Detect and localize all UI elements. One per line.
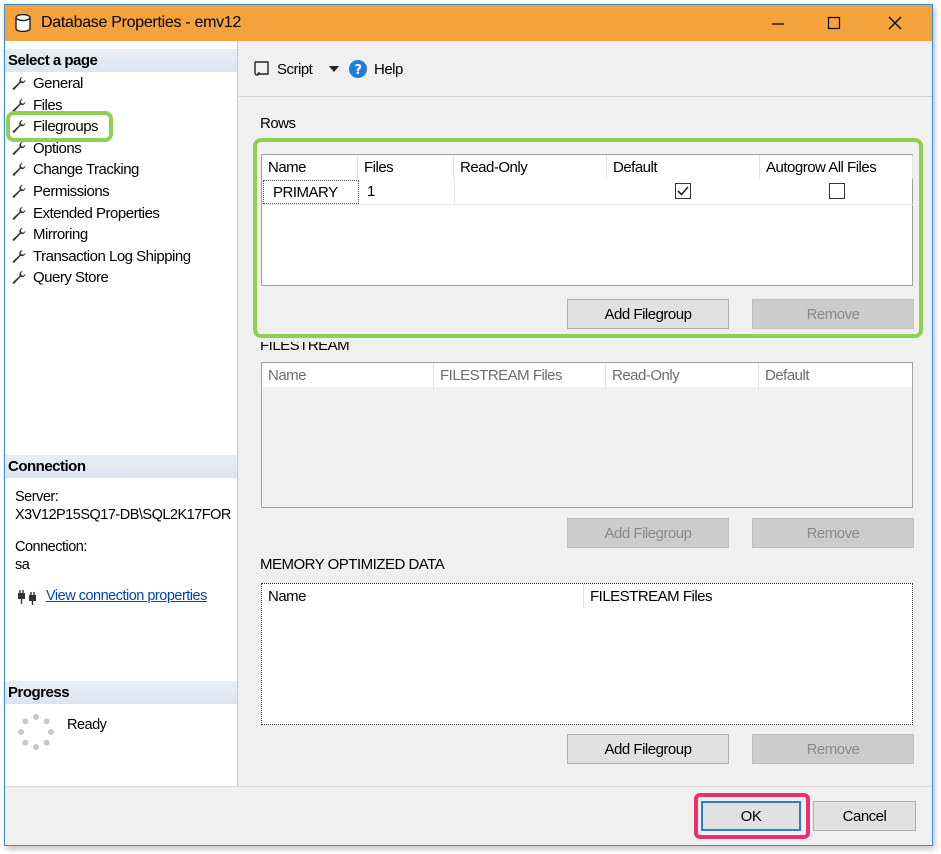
row-default-checkbox[interactable] bbox=[675, 183, 691, 199]
nav-item-options[interactable]: Options bbox=[11, 138, 82, 159]
ok-button[interactable]: OK bbox=[701, 801, 801, 831]
nav-item-transaction-log-shipping[interactable]: Transaction Log Shipping bbox=[11, 246, 191, 267]
wrench-icon bbox=[12, 76, 26, 91]
memory-add-filegroup-button[interactable]: Add Filegroup bbox=[567, 734, 729, 764]
rows-col-default[interactable]: Default bbox=[607, 155, 760, 179]
connection-value: sa bbox=[15, 557, 30, 573]
wrench-icon bbox=[12, 98, 26, 112]
nav-item-label: General bbox=[33, 75, 83, 92]
rows-remove-button[interactable]: Remove bbox=[752, 299, 914, 329]
database-properties-window: Database Properties - emv12 Select a pag… bbox=[4, 4, 933, 846]
row-files-cell[interactable]: 1 bbox=[367, 183, 375, 200]
memory-optimized-grid[interactable]: Name FILESTREAM Files bbox=[261, 583, 913, 725]
rows-col-files[interactable]: Files bbox=[358, 155, 454, 179]
server-label: Server: bbox=[15, 489, 59, 505]
help-icon: ? bbox=[349, 60, 367, 78]
nav-item-label: Change Tracking bbox=[33, 161, 139, 179]
filestream-grid-body bbox=[262, 387, 912, 507]
nav-item-label: Extended Properties bbox=[33, 204, 160, 222]
nav-item-label: Files bbox=[33, 96, 63, 114]
wrench-icon bbox=[12, 141, 26, 155]
script-icon bbox=[254, 61, 269, 76]
nav-item-query-store[interactable]: Query Store bbox=[11, 267, 109, 288]
filestream-section-title: FILESTREAM bbox=[260, 337, 350, 354]
progress-status: Ready bbox=[67, 717, 107, 733]
nav-item-extended-properties[interactable]: Extended Properties bbox=[11, 203, 160, 224]
nav-item-label: Filegroups bbox=[33, 118, 99, 136]
minimize-button[interactable] bbox=[750, 5, 806, 41]
filestream-remove-button[interactable]: Remove bbox=[752, 518, 914, 548]
left-pane: Select a page Connection Server: X3V12P1… bbox=[5, 41, 238, 786]
rows-col-read-only[interactable]: Read-Only bbox=[454, 155, 607, 179]
nav-item-files[interactable]: Files bbox=[11, 95, 63, 116]
dialog-footer: OK Cancel bbox=[5, 786, 932, 845]
wrench-icon bbox=[12, 206, 26, 220]
filestream-col-name[interactable]: Name bbox=[262, 363, 434, 387]
wrench-icon bbox=[12, 249, 26, 263]
help-label: Help bbox=[374, 60, 403, 78]
script-button[interactable]: Script bbox=[251, 58, 342, 80]
filestream-col-files[interactable]: FILESTREAM Files bbox=[434, 363, 606, 387]
nav-item-general[interactable]: General bbox=[11, 73, 83, 94]
memory-remove-button[interactable]: Remove bbox=[752, 734, 914, 764]
table-row[interactable]: PRIMARY 1 bbox=[262, 179, 913, 205]
progress-spinner-icon bbox=[18, 714, 54, 750]
script-label: Script bbox=[277, 60, 313, 78]
close-button[interactable] bbox=[867, 5, 923, 41]
checkmark-icon bbox=[677, 186, 689, 196]
wrench-icon bbox=[12, 271, 26, 285]
nav-item-mirroring[interactable]: Mirroring bbox=[11, 224, 88, 245]
nav-item-label: Options bbox=[33, 139, 82, 157]
window-title: Database Properties - emv12 bbox=[41, 14, 242, 31]
help-button[interactable]: ? Help bbox=[348, 58, 403, 80]
filestream-add-filegroup-button[interactable]: Add Filegroup bbox=[567, 518, 729, 548]
filestream-col-default[interactable]: Default bbox=[759, 363, 913, 387]
filestream-grid[interactable]: Name FILESTREAM Files Read-Only Default bbox=[261, 362, 913, 508]
wrench-icon bbox=[12, 228, 26, 242]
connection-label: Connection: bbox=[15, 539, 87, 555]
rows-col-name[interactable]: Name bbox=[262, 155, 358, 179]
row-autogrow-checkbox[interactable] bbox=[829, 183, 845, 199]
progress-header: Progress bbox=[5, 681, 237, 704]
server-value: X3V12P15SQ17-DB\SQL2K17FOR bbox=[15, 507, 231, 523]
rows-add-filegroup-button[interactable]: Add Filegroup bbox=[567, 299, 729, 329]
view-connection-properties-link[interactable]: View connection properties bbox=[46, 588, 207, 604]
cancel-button[interactable]: Cancel bbox=[813, 801, 916, 831]
rows-col-autogrow[interactable]: Autogrow All Files bbox=[760, 155, 913, 179]
filegroups-page: Rows Name Files Read-Only Default Autogr… bbox=[239, 98, 932, 786]
database-icon bbox=[15, 14, 31, 32]
memory-optimized-section-title: MEMORY OPTIMIZED DATA bbox=[260, 556, 445, 573]
close-icon bbox=[888, 16, 902, 30]
nav-item-label: Transaction Log Shipping bbox=[33, 247, 191, 265]
nav-item-label: Permissions bbox=[33, 183, 110, 200]
wrench-icon bbox=[12, 184, 26, 199]
rows-grid[interactable]: Name Files Read-Only Default Autogrow Al… bbox=[261, 154, 913, 286]
row-name-cell[interactable]: PRIMARY bbox=[263, 180, 359, 204]
filestream-col-read-only[interactable]: Read-Only bbox=[606, 363, 759, 387]
title-bar[interactable]: Database Properties - emv12 bbox=[5, 5, 932, 41]
connection-plug-icon bbox=[18, 590, 36, 605]
maximize-button[interactable] bbox=[806, 5, 862, 41]
rows-section-title: Rows bbox=[260, 115, 296, 132]
maximize-icon bbox=[827, 16, 841, 30]
wrench-icon bbox=[12, 163, 26, 177]
nav-item-label: Query Store bbox=[33, 269, 109, 287]
nav-item-filegroups[interactable]: Filegroups bbox=[11, 116, 99, 137]
nav-item-permissions[interactable]: Permissions bbox=[11, 181, 110, 202]
memory-col-name[interactable]: Name bbox=[262, 584, 584, 608]
minimize-icon bbox=[772, 23, 784, 25]
row-read-only-cell[interactable] bbox=[454, 179, 607, 204]
toolbar: Script ? Help bbox=[239, 41, 932, 97]
dropdown-arrow-icon[interactable] bbox=[326, 64, 342, 74]
memory-col-files[interactable]: FILESTREAM Files bbox=[584, 584, 912, 608]
wrench-icon bbox=[12, 120, 26, 134]
nav-item-label: Mirroring bbox=[33, 226, 88, 244]
svg-text:?: ? bbox=[354, 63, 361, 78]
select-page-header: Select a page bbox=[5, 49, 237, 72]
nav-item-change-tracking[interactable]: Change Tracking bbox=[11, 159, 139, 180]
connection-header: Connection bbox=[5, 455, 237, 478]
